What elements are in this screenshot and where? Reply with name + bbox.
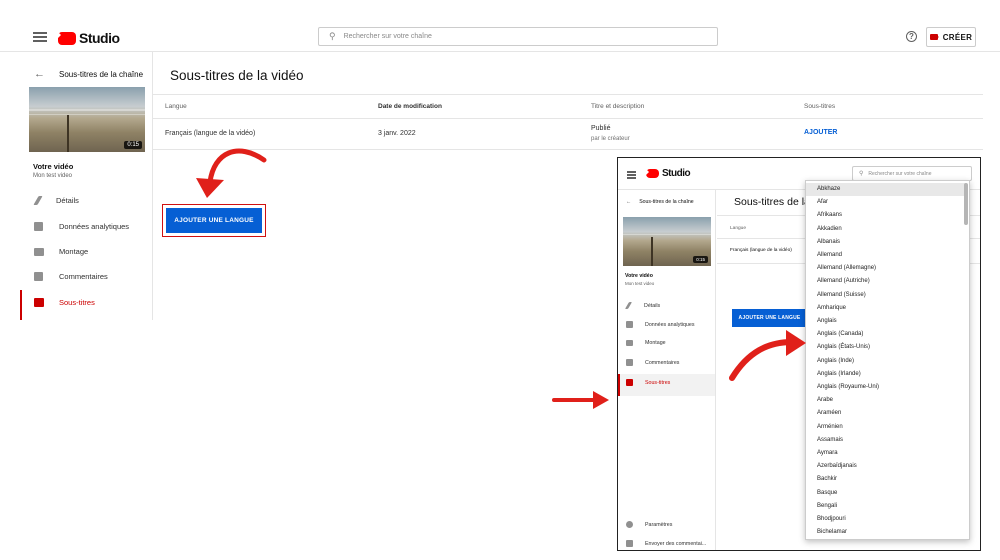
arrow-to-add-language <box>196 148 267 198</box>
annotation-arrows <box>196 148 806 409</box>
arrow-to-subtitles-item <box>552 391 609 409</box>
arrow-to-dropdown <box>729 330 806 381</box>
